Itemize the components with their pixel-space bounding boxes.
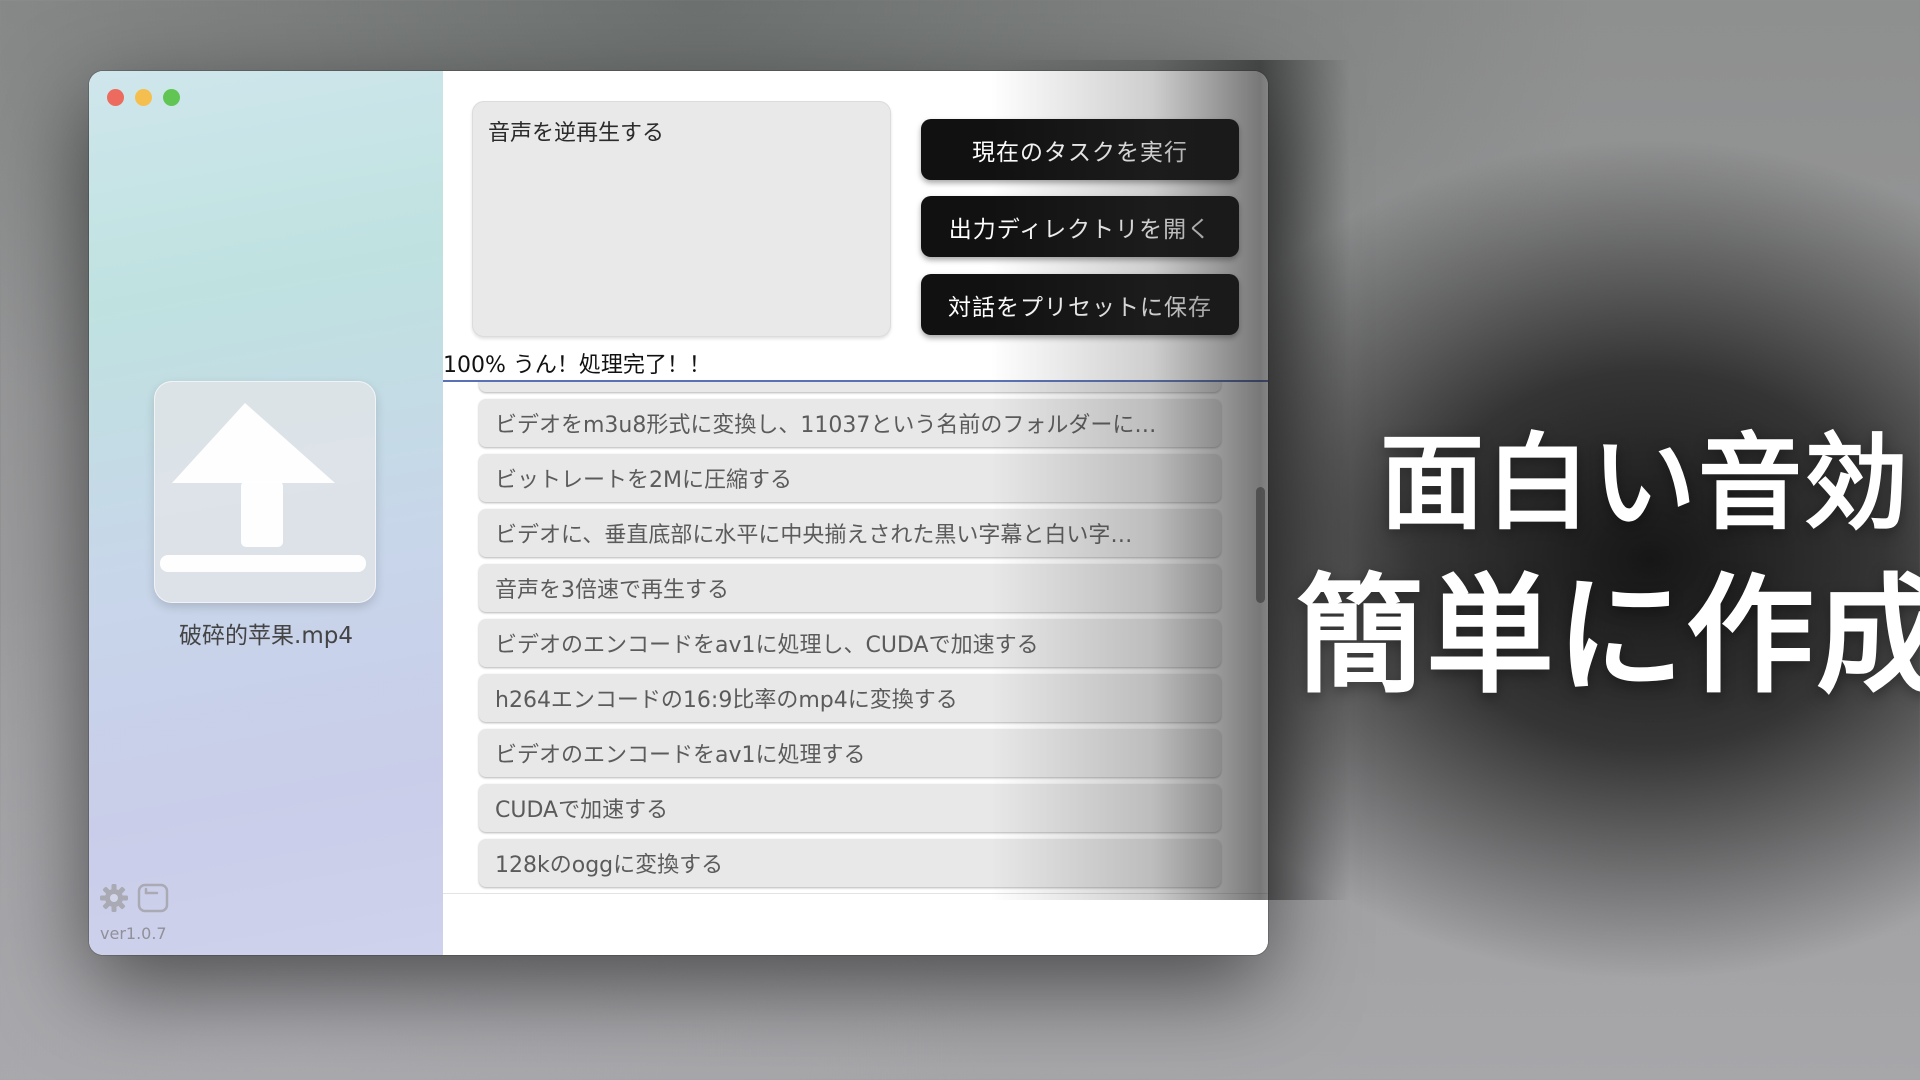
- open-output-dir-button[interactable]: 出力ディレクトリを開く: [921, 196, 1239, 257]
- main-panel: 音声を逆再生する 現在のタスクを実行 出力ディレクトリを開く 対話をプリセットに…: [443, 71, 1268, 955]
- minimize-window-button[interactable]: [135, 89, 152, 106]
- preset-item[interactable]: ビデオに、垂直底部に水平に中央揃えされた黒い字幕と白い字…: [479, 509, 1221, 557]
- headline-line-2: 簡単に作成: [1296, 562, 1920, 711]
- maximize-window-button[interactable]: [163, 89, 180, 106]
- preset-item[interactable]: 128kのoggに変換する: [479, 839, 1221, 887]
- preset-item[interactable]: h264エンコードの16:9比率のmp4に変換する: [479, 674, 1221, 722]
- gear-icon[interactable]: [99, 883, 129, 917]
- run-task-button[interactable]: 現在のタスクを実行: [921, 119, 1239, 180]
- preset-list-scrollbar[interactable]: [1256, 487, 1265, 603]
- divider: [443, 893, 1268, 894]
- app-window: 破碎的苹果.mp4 ver1.0.7 音声を逆再生する 現在のタスクを実行 出力…: [89, 71, 1268, 955]
- selected-file-name: 破碎的苹果.mp4: [179, 623, 353, 649]
- app-version: ver1.0.7: [100, 924, 167, 943]
- status-text: 100% うん！処理完了！！: [443, 353, 711, 378]
- window-controls: [107, 89, 180, 106]
- prompt-input[interactable]: 音声を逆再生する: [472, 101, 891, 337]
- preset-item[interactable]: [479, 382, 1221, 392]
- preset-item[interactable]: ビデオをm3u8形式に変換し、11037という名前のフォルダーに…: [479, 399, 1221, 447]
- preset-list: ビデオをm3u8形式に変換し、11037という名前のフォルダーに… ビットレート…: [443, 382, 1268, 890]
- window-icon[interactable]: [137, 883, 169, 917]
- preset-item[interactable]: 音声を3倍速で再生する: [479, 564, 1221, 612]
- headline-line-1: 面白い音効: [1380, 422, 1911, 544]
- preset-item[interactable]: ビデオのエンコードをav1に処理し、CUDAで加速する: [479, 619, 1221, 667]
- file-drop-zone[interactable]: [154, 381, 376, 603]
- close-window-button[interactable]: [107, 89, 124, 106]
- preset-item[interactable]: ビットレートを2Mに圧縮する: [479, 454, 1221, 502]
- sidebar-toolbar: [99, 883, 169, 917]
- sidebar: 破碎的苹果.mp4 ver1.0.7: [89, 71, 443, 955]
- preset-item[interactable]: ビデオのエンコードをav1に処理する: [479, 729, 1221, 777]
- preset-item[interactable]: CUDAで加速する: [479, 784, 1221, 832]
- save-preset-button[interactable]: 対話をプリセットに保存: [921, 274, 1239, 335]
- upload-icon: [160, 403, 366, 572]
